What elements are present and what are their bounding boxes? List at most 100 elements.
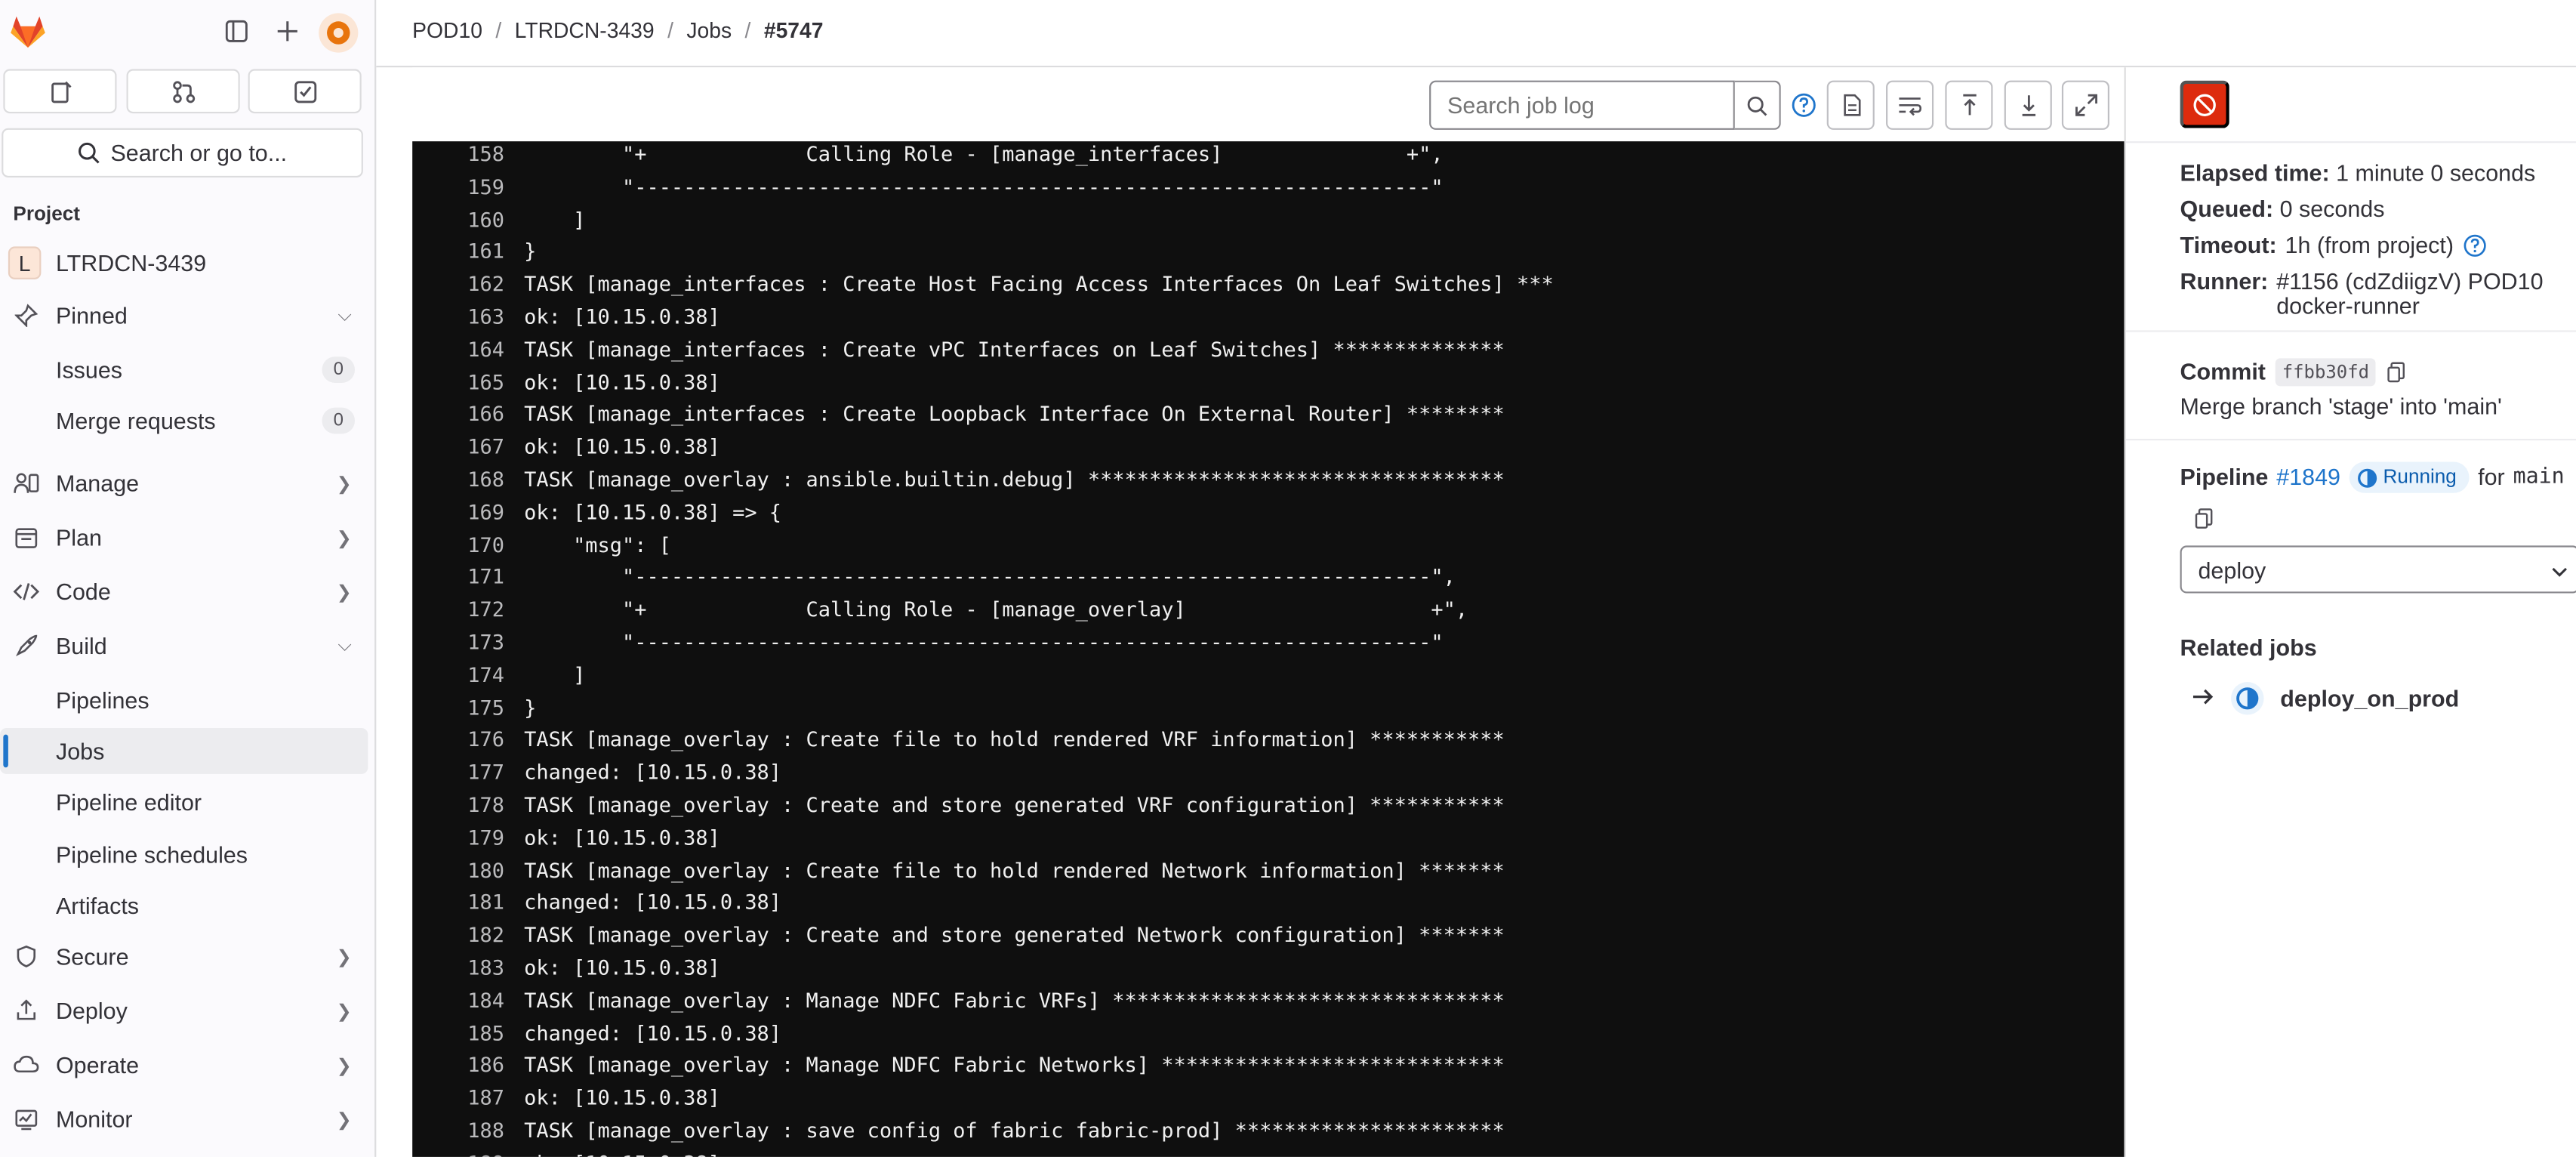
log-line-number[interactable]: 169 [412,496,504,529]
queued-label: Queued: [2180,195,2274,222]
cancel-job-button[interactable] [2180,80,2229,128]
log-line-number[interactable]: 181 [412,887,504,919]
merge-request-icon [172,80,195,103]
sidebar-item-issues[interactable]: Issues 0 [0,347,368,393]
breadcrumb-link-group[interactable]: POD10 [412,18,482,43]
log-line-number[interactable]: 161 [412,236,504,268]
sidebar-item-build[interactable]: Build ⌵ [0,623,368,669]
log-line: 173 "-----------------------------------… [412,626,2124,659]
log-line-number[interactable]: 183 [412,952,504,984]
user-avatar[interactable] [319,13,359,53]
log-line-text: TASK [manage_overlay : Create file to ho… [524,727,1505,752]
runner-value: #1156 (cdZdiigzV) POD10 docker-runner [2276,269,2543,319]
log-line-number[interactable]: 176 [412,724,504,756]
log-line: 169 ok: [10.15.0.38] => { [412,496,2124,529]
sidebar-item-pipeline-schedules[interactable]: Pipeline schedules [0,831,368,878]
queued-time: Queued: 0 seconds [2180,195,2385,222]
breadcrumb: POD10 / LTRDCN-3439 / Jobs / #5747 [412,18,823,43]
log-line-number[interactable]: 186 [412,1049,504,1081]
cancel-icon [2193,93,2216,116]
sidebar-item-plan[interactable]: Plan ❯ [0,514,368,560]
sidebar-item-operate[interactable]: Operate ❯ [0,1042,368,1088]
copy-icon[interactable] [2386,362,2407,383]
commit-sha[interactable]: ffbb30fd [2276,358,2376,387]
show-raw-log-button[interactable] [1826,80,1875,130]
log-line-number[interactable]: 175 [412,691,504,724]
scroll-to-top-button[interactable] [1945,80,1993,130]
log-line-number[interactable]: 158 [412,141,504,171]
search-or-go-to-button[interactable]: Search or go to... [2,128,363,178]
sidebar-toggle-icon[interactable] [218,13,254,49]
sidebar-item-monitor[interactable]: Monitor ❯ [0,1096,368,1142]
sidebar-item-jobs[interactable]: Jobs [0,727,368,774]
sidebar-item-pipelines[interactable]: Pipelines [0,677,368,724]
log-line-number[interactable]: 182 [412,919,504,952]
breadcrumb-link-project[interactable]: LTRDCN-3439 [515,18,655,43]
sidebar-item-pinned[interactable]: Pinned ⌵ [0,292,368,338]
search-icon [79,142,100,164]
related-job-name: deploy_on_prod [2280,685,2460,712]
log-line-number[interactable]: 166 [412,398,504,430]
log-line-number[interactable]: 185 [412,1017,504,1049]
log-line-number[interactable]: 168 [412,464,504,496]
sidebar-item-manage[interactable]: Manage ❯ [0,460,368,506]
log-line-number[interactable]: 189 [412,1146,504,1157]
related-job-item[interactable]: deploy_on_prod [2192,682,2459,715]
divider [2125,438,2576,441]
scroll-to-bottom-button[interactable] [2004,80,2052,130]
elapsed-time: Elapsed time: 1 minute 0 seconds [2180,160,2536,186]
question-circle-icon[interactable] [1789,91,1819,120]
log-line-number[interactable]: 164 [412,333,504,366]
gitlab-logo-icon[interactable] [8,11,48,51]
log-line-text: ok: [10.15.0.38] [524,824,720,850]
log-line-number[interactable]: 178 [412,788,504,821]
log-line-number[interactable]: 179 [412,822,504,854]
timeout-label: Timeout: [2180,231,2277,258]
todo-list-button[interactable] [248,69,362,114]
log-line-number[interactable]: 188 [412,1114,504,1146]
pipeline-ref[interactable]: main [2513,465,2565,490]
log-line-text: ] [524,662,586,687]
toggle-line-wrap-button[interactable] [1886,80,1934,130]
log-line-number[interactable]: 184 [412,984,504,1017]
breadcrumb-link-jobs[interactable]: Jobs [686,18,732,43]
log-line-number[interactable]: 159 [412,171,504,203]
search-job-log-button[interactable] [1734,80,1781,130]
log-line-number[interactable]: 187 [412,1081,504,1114]
search-job-log-input[interactable] [1429,80,1735,130]
pipeline-link[interactable]: #1849 [2276,464,2340,490]
log-line-number[interactable]: 180 [412,854,504,887]
log-line-number[interactable]: 165 [412,366,504,398]
sidebar-item-secure[interactable]: Secure ❯ [0,933,368,980]
log-line-number[interactable]: 173 [412,626,504,659]
sidebar-item-deploy[interactable]: Deploy ❯ [0,988,368,1034]
question-circle-icon[interactable] [2462,233,2487,258]
log-line-number[interactable]: 171 [412,561,504,594]
sidebar-item-merge-requests[interactable]: Merge requests 0 [0,398,368,444]
log-line-number[interactable]: 167 [412,431,504,464]
cloud-gear-icon [13,1052,39,1078]
sidebar-item-code[interactable]: Code ❯ [0,569,368,615]
log-line-number[interactable]: 160 [412,203,504,236]
assigned-issues-button[interactable] [3,69,117,114]
log-line-number[interactable]: 162 [412,268,504,301]
pipeline-status-badge[interactable]: Running [2348,461,2470,493]
stage-select[interactable]: deploy [2180,545,2576,594]
fullscreen-button[interactable] [2061,80,2109,130]
log-line: 187 ok: [10.15.0.38] [412,1081,2124,1114]
log-line-number[interactable]: 177 [412,756,504,788]
log-line-number[interactable]: 172 [412,594,504,626]
copy-icon[interactable] [2193,508,2214,529]
merge-requests-button[interactable] [126,69,240,114]
commit-message[interactable]: Merge branch 'stage' into 'main' [2180,393,2502,419]
log-line-number[interactable]: 174 [412,659,504,691]
log-line-number[interactable]: 170 [412,529,504,561]
sidebar-item-pipeline-editor[interactable]: Pipeline editor [0,779,368,825]
sidebar-item-artifacts[interactable]: Artifacts [0,883,368,929]
log-line: 170 "msg": [ [412,529,2124,561]
create-new-icon[interactable] [270,13,306,49]
log-line: 165 ok: [10.15.0.38] [412,366,2124,398]
sidebar-item-project[interactable]: L LTRDCN-3439 [0,240,368,286]
log-line-number[interactable]: 163 [412,301,504,333]
breadcrumb-current-job[interactable]: #5747 [764,18,824,43]
